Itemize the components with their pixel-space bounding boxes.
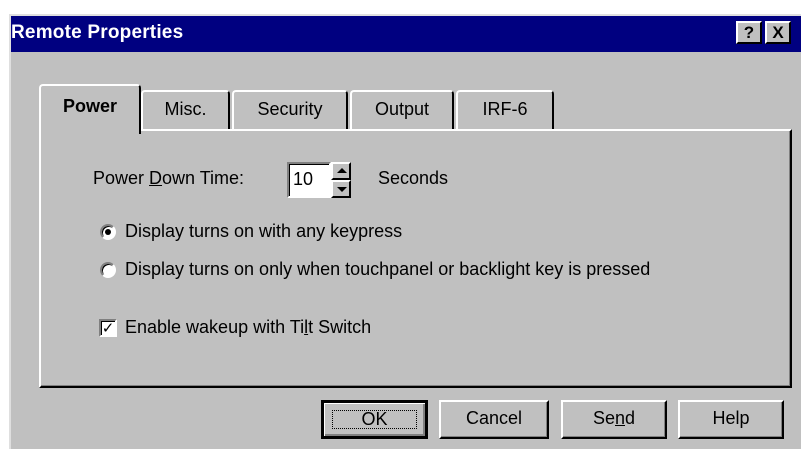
- spin-down-button[interactable]: [331, 180, 351, 198]
- title-bar: Remote Properties ? X: [11, 16, 801, 52]
- close-button[interactable]: X: [765, 21, 791, 44]
- radio-selected-dot: [105, 229, 111, 235]
- tab-power[interactable]: Power: [39, 84, 141, 134]
- arrow-down-icon: [337, 187, 347, 192]
- remote-properties-dialog: Remote Properties ? X Misc. Security Out…: [9, 14, 801, 449]
- power-down-time-spinner: [331, 162, 351, 198]
- help-button[interactable]: ?: [736, 21, 762, 44]
- arrow-up-icon: [337, 168, 347, 173]
- power-down-time-label: Power Down Time:: [93, 168, 245, 188]
- tab-irf-6[interactable]: IRF-6: [456, 90, 554, 130]
- cancel-button[interactable]: Cancel: [439, 400, 549, 439]
- ok-button[interactable]: OK: [321, 400, 428, 439]
- radio-any-keypress-label: Display turns on with any keypress: [125, 221, 403, 241]
- window-title: Remote Properties: [11, 22, 184, 43]
- tab-security[interactable]: Security: [232, 90, 348, 130]
- help-dialog-button[interactable]: Help: [678, 400, 784, 439]
- radio-any-keypress[interactable]: [100, 224, 116, 240]
- tab-misc[interactable]: Misc.: [141, 90, 230, 130]
- spin-up-button[interactable]: [331, 162, 351, 180]
- tilt-switch-checkbox[interactable]: ✓: [99, 319, 117, 337]
- seconds-label: Seconds: [378, 168, 449, 188]
- power-down-time-input[interactable]: 10: [287, 162, 331, 198]
- radio-touchpanel-backlight-label: Display turns on only when touchpanel or…: [125, 259, 651, 279]
- tab-output[interactable]: Output: [350, 90, 454, 130]
- tilt-switch-label: Enable wakeup with Tilt Switch: [125, 317, 372, 337]
- send-button[interactable]: Send: [561, 400, 667, 439]
- radio-touchpanel-backlight[interactable]: [100, 262, 116, 278]
